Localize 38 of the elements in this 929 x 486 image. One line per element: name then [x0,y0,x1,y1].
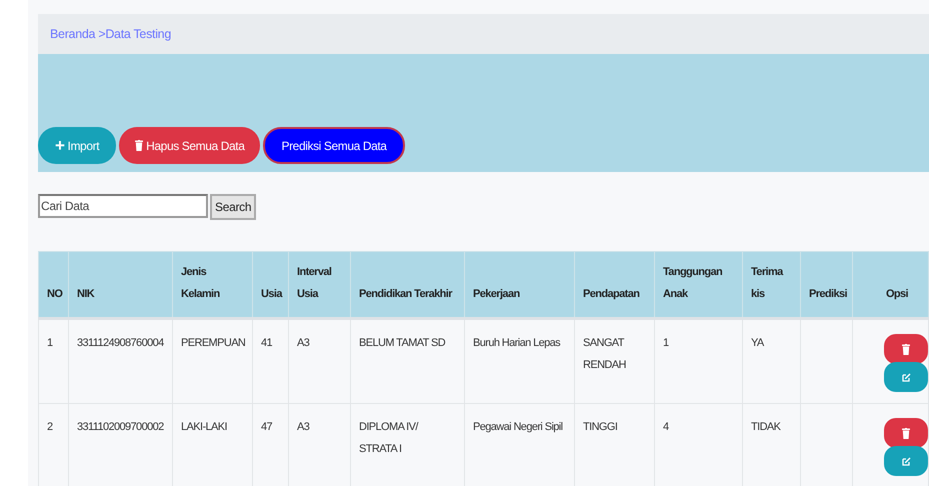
column-header: Opsi [886,288,908,300]
table-cell: TIDAK [751,421,780,433]
column-header: Pendidikan Terakhir [359,288,452,300]
breadcrumb-link[interactable]: Beranda >Data Testing [50,27,171,41]
column-header: NIK [77,288,94,300]
delete-all-button[interactable]: Hapus Semua Data [119,127,260,164]
column-header: Terima kis [751,266,784,300]
table-cell: PEREMPUAN [181,337,246,349]
column-header: Interval Usia [297,266,332,300]
column-header: Jenis Kelamin [181,266,220,300]
table-cell: Pegawai Negeri Sipil [473,421,562,433]
table-cell: A3 [297,337,310,349]
column-header: Usia [261,288,282,300]
table-cell: TINGGI [583,421,618,433]
search-button[interactable]: Search [210,194,256,220]
table-cell: A3 [297,421,310,433]
import-button[interactable]: + Import [38,127,116,164]
table-cell: LAKI-LAKI [181,421,227,433]
table-cell: 2 [47,421,53,433]
predict-all-button[interactable]: Prediksi Semua Data [263,127,405,164]
table-cell: 1 [47,337,53,349]
column-header: Prediksi [809,288,848,300]
table-cell: 41 [261,337,272,349]
column-header: Tanggungan Anak [663,266,724,300]
table-cell: 4 [663,421,669,433]
table-cell: YA [751,337,764,349]
column-header: NO [47,288,62,300]
table-cell: 47 [261,421,272,433]
column-header: Pendapatan [583,288,640,300]
search-field[interactable]: Cari Data [38,194,208,218]
table-cell: 1 [663,337,669,349]
table-cell: SANGAT RENDAH [583,337,626,371]
table-cell: 3311102009700002 [77,421,164,433]
column-header: Pekerjaan [473,288,520,300]
table-cell-text: DIPLOMA IV/ STRATA I [359,421,420,455]
table-cell: 3311124908760004 [77,337,164,349]
table-cell: Buruh Harian Lepas [473,337,560,349]
table-cell: BELUM TAMAT SD [359,337,446,349]
